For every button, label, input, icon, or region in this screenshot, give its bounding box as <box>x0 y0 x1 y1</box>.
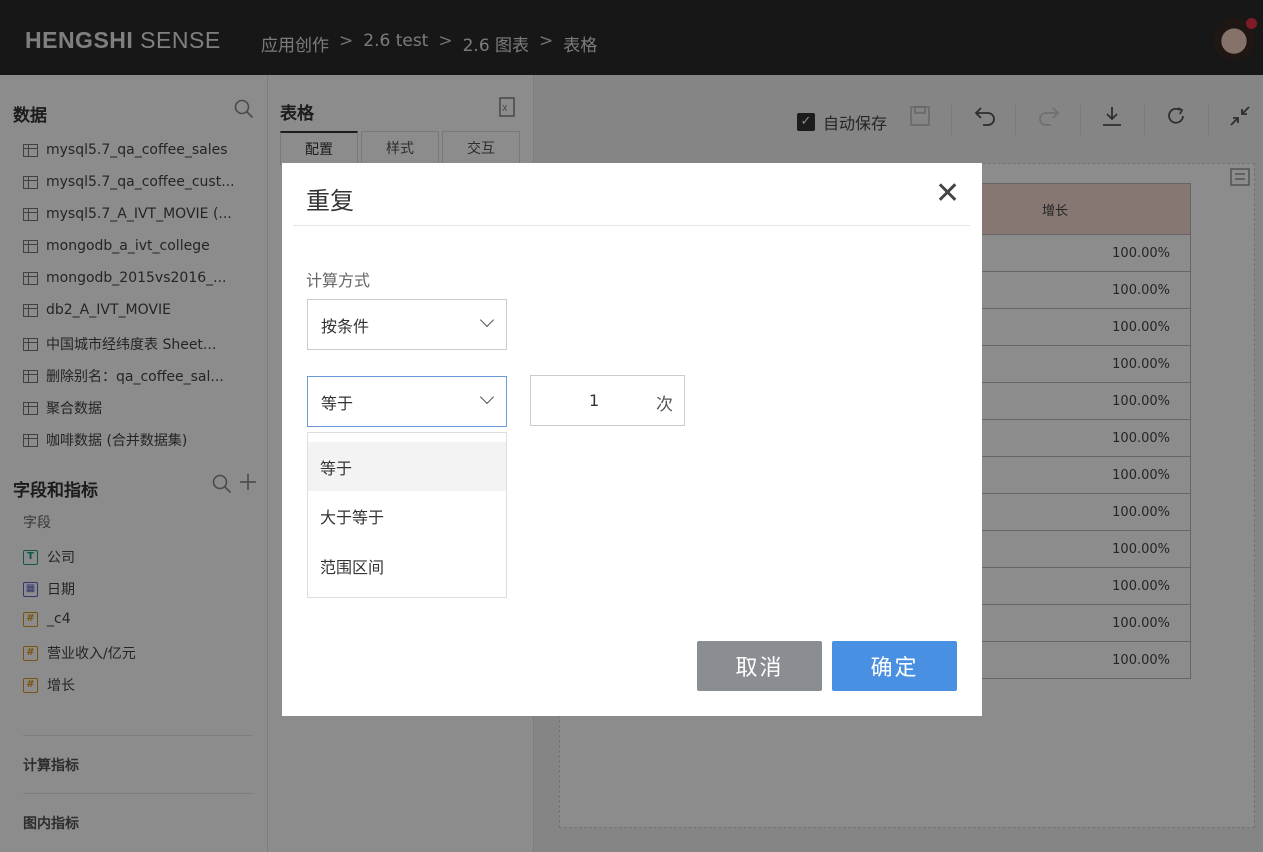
chevron-down-icon <box>479 389 495 405</box>
option-range[interactable]: 范围区间 <box>308 541 506 590</box>
chevron-down-icon <box>479 312 495 328</box>
calc-method-label: 计算方式 <box>306 271 371 290</box>
cancel-button[interactable]: 取消 <box>697 641 822 691</box>
condition-dropdown-menu: 等于 大于等于 范围区间 <box>307 432 507 598</box>
option-greater-equal[interactable]: 大于等于 <box>308 491 506 540</box>
count-input[interactable]: 1 次 <box>530 375 685 426</box>
count-value: 1 <box>589 391 600 410</box>
confirm-button[interactable]: 确定 <box>832 641 957 691</box>
close-icon[interactable]: ✕ <box>935 177 960 211</box>
count-unit: 次 <box>656 395 673 415</box>
dialog-divider <box>293 225 970 226</box>
condition-value: 等于 <box>321 393 354 413</box>
calc-method-select[interactable]: 按条件 <box>307 299 507 350</box>
calc-method-value: 按条件 <box>321 316 370 336</box>
dialog-title: 重复 <box>306 187 354 215</box>
option-equal[interactable]: 等于 <box>308 442 506 491</box>
condition-select[interactable]: 等于 <box>307 376 507 427</box>
repeat-dialog: 重复 ✕ 计算方式 按条件 等于 1 次 等于 大于等于 范围区间 取消 确定 <box>282 163 982 716</box>
